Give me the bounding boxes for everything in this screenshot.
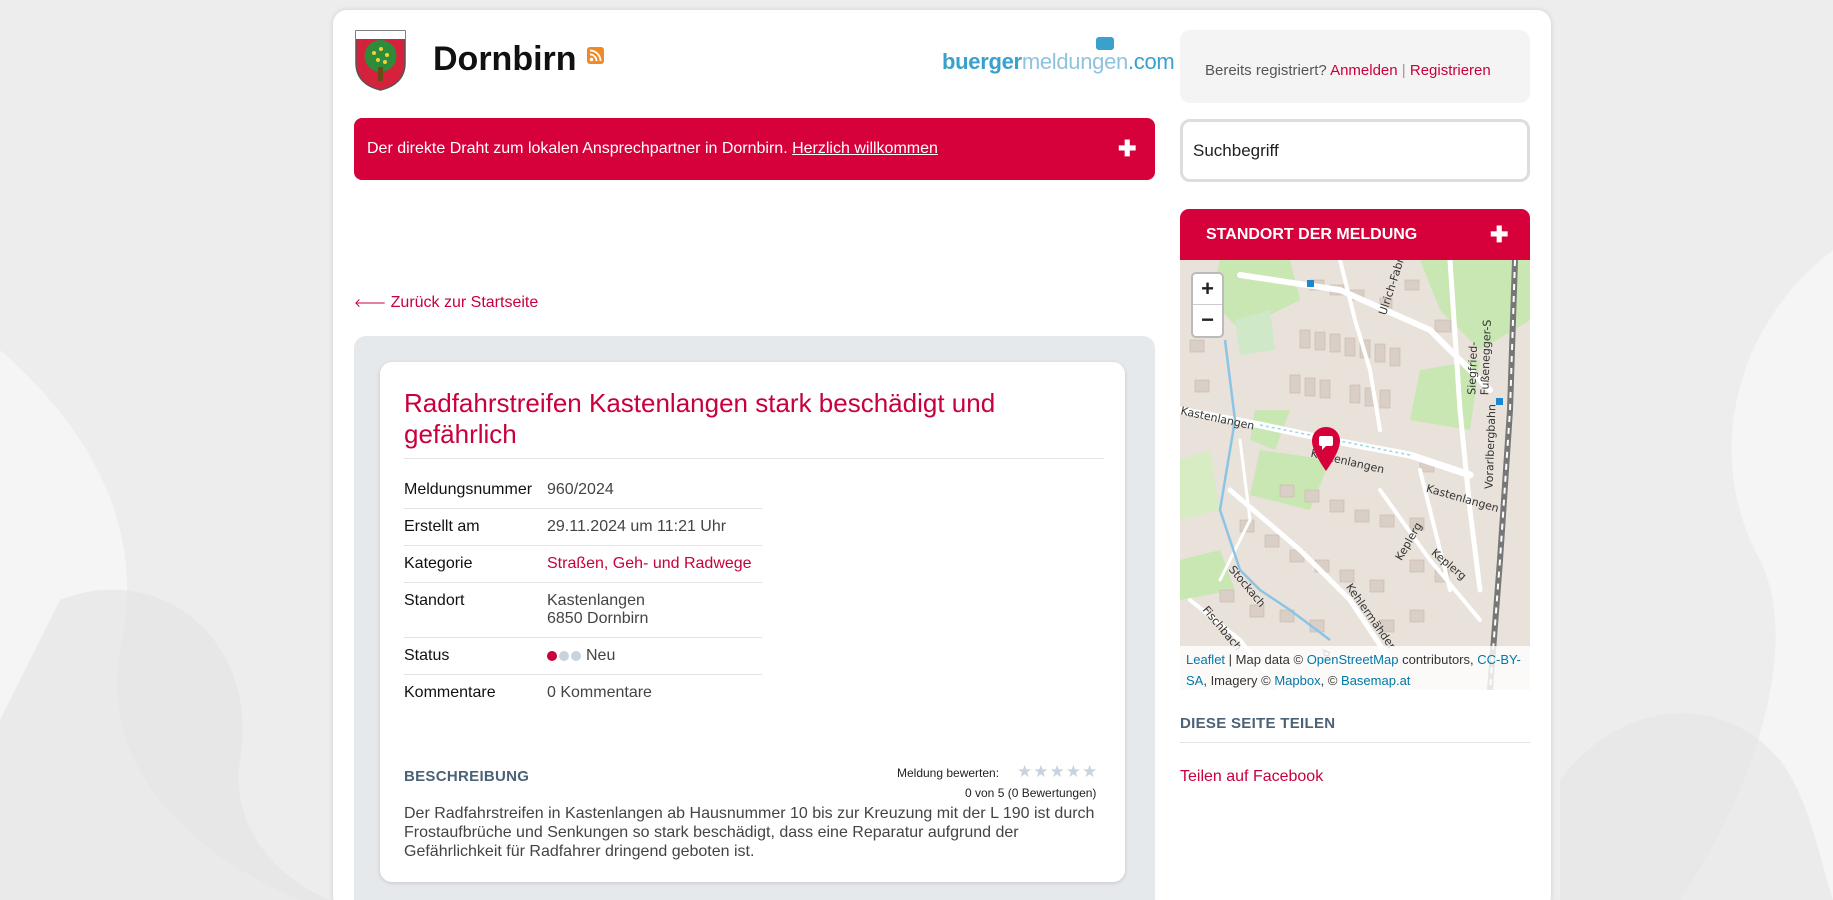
field-value: 0 Kommentare: [547, 684, 652, 701]
register-link[interactable]: Registrieren: [1410, 62, 1491, 79]
login-link[interactable]: Anmelden: [1330, 62, 1398, 79]
report-card: Radfahrstreifen Kastenlangen stark besch…: [380, 362, 1125, 882]
category-link[interactable]: Straßen, Geh- und Radwege: [547, 555, 752, 573]
description-heading: BESCHREIBUNG: [404, 768, 530, 785]
back-to-home-link[interactable]: 🡐 Zurück zur Startseite: [354, 294, 538, 312]
facebook-share-link[interactable]: Teilen auf Facebook: [1180, 768, 1323, 786]
field-value: Kastenlangen 6850 Dornbirn: [547, 592, 648, 628]
location-header[interactable]: STANDORT DER MELDUNG ✚: [1180, 209, 1530, 260]
star-icon[interactable]: ★: [1033, 763, 1048, 780]
rating-count: 0 von 5 (0 Bewertungen): [965, 786, 1097, 800]
welcome-banner[interactable]: Der direkte Draht zum lokalen Ansprechpa…: [354, 118, 1155, 180]
field-label: Standort: [404, 592, 465, 609]
expand-plus-icon[interactable]: ✚: [1490, 222, 1508, 248]
field-label: Erstellt am: [404, 518, 480, 535]
rss-icon[interactable]: [587, 47, 604, 64]
table-row: Kategorie Straßen, Geh- und Radwege: [404, 546, 762, 583]
status-indicator: [547, 650, 581, 661]
expand-plus-icon[interactable]: ✚: [1118, 136, 1136, 162]
attribution-text: | Map data ©: [1228, 652, 1304, 667]
star-icon[interactable]: ★: [1050, 763, 1065, 780]
field-value: 29.11.2024 um 11:21 Uhr: [547, 518, 727, 535]
status-dot: [559, 650, 569, 661]
description-text: Der Radfahrstreifen in Kastenlangen ab H…: [404, 805, 1095, 860]
map-zoom-control: + −: [1191, 272, 1224, 338]
location-map[interactable]: Kastenlangen Kastenlangen Kastenlangen U…: [1180, 260, 1530, 690]
zoom-out-button[interactable]: −: [1193, 305, 1222, 336]
leaflet-link[interactable]: Leaflet: [1186, 652, 1225, 667]
welcome-text: Der direkte Draht zum lokalen Ansprechpa…: [367, 140, 788, 157]
street-label: Siegfried-Fußenegger-S: [1465, 319, 1494, 396]
field-label: Kommentare: [404, 684, 496, 701]
status-dot: [571, 650, 581, 661]
back-link-label: Zurück zur Startseite: [390, 294, 539, 311]
report-info-table: Meldungsnummer 960/2024 Erstellt am 29.1…: [404, 472, 762, 711]
city-name[interactable]: Dornbirn: [433, 40, 577, 79]
field-label: Meldungsnummer: [404, 481, 533, 498]
attribution-text: , Imagery ©: [1203, 673, 1271, 688]
osm-link[interactable]: OpenStreetMap: [1307, 652, 1399, 667]
address-street: Kastenlangen: [547, 592, 645, 609]
search-input[interactable]: [1180, 119, 1530, 182]
table-row: Erstellt am 29.11.2024 um 11:21 Uhr: [404, 509, 762, 546]
mapbox-link[interactable]: Mapbox: [1274, 673, 1320, 688]
map-marker-icon[interactable]: [1310, 425, 1342, 475]
login-separator: |: [1401, 62, 1406, 79]
login-prompt: Bereits registriert?: [1205, 62, 1327, 79]
address-city: 6850 Dornbirn: [547, 610, 649, 627]
basemap-link[interactable]: Basemap.at: [1341, 673, 1410, 688]
status-dot-active: [547, 650, 557, 661]
page-container: Dornbirn buergermeldungen.com Bereits re…: [333, 10, 1551, 900]
table-row: Standort Kastenlangen 6850 Dornbirn: [404, 583, 762, 638]
attribution-text: , ©: [1320, 673, 1338, 688]
field-value: 960/2024: [547, 481, 614, 498]
star-icon[interactable]: ★: [1082, 763, 1097, 780]
field-value: Neu: [547, 647, 615, 665]
status-text: Neu: [586, 647, 616, 664]
star-icon[interactable]: ★: [1017, 763, 1032, 780]
zoom-in-button[interactable]: +: [1193, 274, 1222, 305]
table-row: Meldungsnummer 960/2024: [404, 472, 762, 509]
login-box: Bereits registriert? Anmelden | Registri…: [1180, 30, 1530, 103]
map-attribution: Leaflet | Map data © OpenStreetMap contr…: [1180, 646, 1530, 690]
field-label: Status: [404, 647, 450, 664]
city-crest-logo[interactable]: [354, 29, 407, 91]
attribution-text: contributors,: [1402, 652, 1474, 667]
location-heading: STANDORT DER MELDUNG: [1206, 226, 1418, 243]
welcome-link[interactable]: Herzlich willkommen: [792, 140, 938, 157]
table-row: Kommentare 0 Kommentare: [404, 675, 762, 711]
share-heading: DIESE SEITE TEILEN: [1180, 715, 1530, 743]
rating-label: Meldung bewerten:: [897, 766, 1000, 780]
star-icon[interactable]: ★: [1066, 763, 1081, 780]
arrow-left-icon: 🡐: [354, 296, 387, 310]
brand-logo[interactable]: buergermeldungen.com: [942, 49, 1175, 75]
table-row: Status Neu: [404, 638, 762, 675]
field-label: Kategorie: [404, 555, 473, 572]
report-title: Radfahrstreifen Kastenlangen stark besch…: [404, 388, 1104, 459]
rating-stars[interactable]: ★ ★ ★ ★ ★: [1017, 763, 1097, 780]
